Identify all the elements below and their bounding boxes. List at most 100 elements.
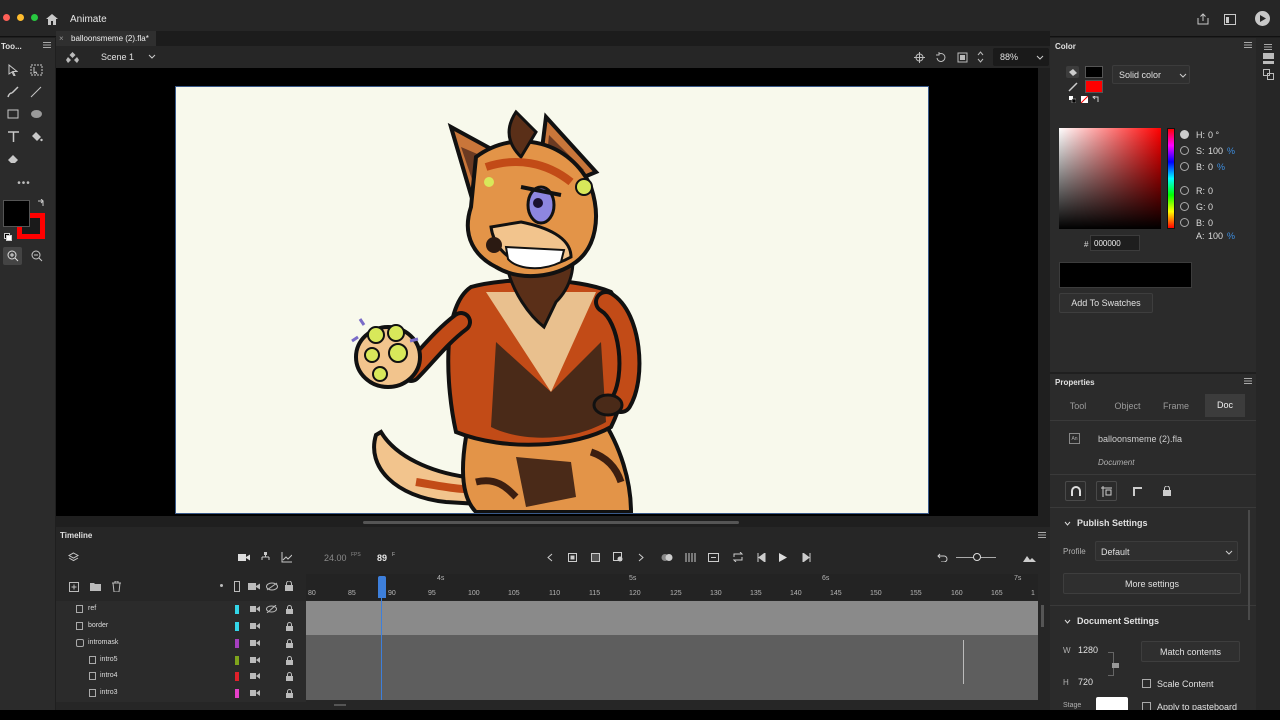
- eraser-tool-icon[interactable]: [5, 151, 21, 167]
- undo-zoom-icon[interactable]: [936, 551, 948, 563]
- lock-all-icon[interactable]: [284, 580, 294, 592]
- swap-colors-icon[interactable]: [1091, 95, 1099, 103]
- height-value[interactable]: 720: [1078, 677, 1093, 687]
- lock-icon[interactable]: [285, 671, 293, 681]
- hue-slider[interactable]: [1167, 128, 1175, 229]
- apply-to-pasteboard-checkbox[interactable]: [1142, 702, 1151, 710]
- layer-outline-color[interactable]: [235, 689, 239, 698]
- layer-name[interactable]: intro5: [100, 656, 118, 663]
- layer-outline-color[interactable]: [235, 639, 239, 648]
- default-colors-icon[interactable]: [3, 232, 12, 241]
- layer-name[interactable]: border: [88, 622, 108, 629]
- camera-icon[interactable]: [237, 551, 250, 563]
- tab-tool[interactable]: Tool: [1062, 401, 1094, 411]
- frame-row[interactable]: [306, 668, 1038, 685]
- camera-layer-icon[interactable]: [249, 604, 260, 614]
- timeline-horizontal-scrollbar[interactable]: [334, 704, 346, 706]
- keyframe-marker[interactable]: [963, 640, 971, 684]
- stage-horizontal-scrollbar[interactable]: [363, 521, 739, 524]
- hex-input[interactable]: 000000: [1090, 235, 1140, 251]
- fill-type-dropdown[interactable]: Solid color: [1112, 65, 1190, 84]
- add-to-swatches-button[interactable]: Add To Swatches: [1059, 293, 1153, 313]
- layer-row[interactable]: intro4: [56, 668, 306, 685]
- fill-color-swatch[interactable]: [1085, 80, 1103, 93]
- frame-row[interactable]: [306, 601, 1038, 618]
- properties-scrollbar[interactable]: [1248, 510, 1250, 620]
- library-icon[interactable]: [1262, 52, 1274, 64]
- play-icon[interactable]: [777, 551, 789, 563]
- layer-depth-icon[interactable]: [67, 551, 79, 563]
- zoom-in-tool-icon[interactable]: [3, 247, 22, 265]
- insert-keyframe-icon[interactable]: [566, 551, 578, 563]
- new-layer-icon[interactable]: [68, 581, 79, 592]
- green-radio[interactable]: [1180, 202, 1189, 211]
- graph-icon[interactable]: [280, 551, 292, 563]
- hue-radio[interactable]: [1180, 130, 1189, 139]
- fps-value[interactable]: 24.00: [324, 553, 347, 563]
- scene-chevron-down-icon[interactable]: [147, 52, 156, 61]
- stroke-color-swatch[interactable]: [3, 200, 30, 227]
- layer-outline-color[interactable]: [235, 672, 239, 681]
- delete-layer-icon[interactable]: [111, 580, 122, 592]
- timeline-menu-icon[interactable]: [1037, 531, 1046, 539]
- collapse-panels-icon[interactable]: [1263, 43, 1273, 51]
- g-value[interactable]: 0: [1208, 202, 1213, 212]
- parenting-view-icon[interactable]: [259, 551, 271, 563]
- layer-name[interactable]: ref: [88, 605, 96, 612]
- next-keyframe-icon[interactable]: [635, 551, 647, 563]
- highlight-layers-icon[interactable]: [220, 584, 223, 587]
- panel-menu-icon[interactable]: [1243, 377, 1252, 385]
- snap-magnet-icon[interactable]: [1065, 481, 1086, 501]
- rotate-stage-icon[interactable]: [934, 51, 946, 63]
- layer-row[interactable]: intromask: [56, 635, 306, 652]
- bh-value[interactable]: 0: [1208, 162, 1213, 172]
- document-settings-header[interactable]: Document Settings: [1077, 616, 1159, 626]
- saturation-brightness-picker[interactable]: [1059, 128, 1161, 229]
- pasteboard[interactable]: [56, 68, 1038, 524]
- selection-tool-icon[interactable]: [5, 62, 21, 78]
- camera-layer-icon[interactable]: [249, 655, 260, 665]
- profile-dropdown[interactable]: Default: [1095, 541, 1238, 561]
- outline-toggle-icon[interactable]: [234, 581, 240, 592]
- frame-row[interactable]: [306, 618, 1038, 635]
- share-icon[interactable]: [1196, 12, 1210, 26]
- onion-skin-icon[interactable]: [661, 551, 673, 563]
- link-icon[interactable]: [1111, 659, 1119, 668]
- timeline-vertical-scrollbar[interactable]: [1041, 605, 1044, 627]
- a-value[interactable]: 100: [1208, 231, 1223, 241]
- scale-content-checkbox[interactable]: [1142, 679, 1151, 688]
- maximize-window-button[interactable]: [31, 14, 38, 21]
- minimize-window-button[interactable]: [17, 14, 24, 21]
- no-color-icon[interactable]: [1080, 95, 1088, 103]
- zoom-out-tool-icon[interactable]: [27, 247, 46, 265]
- step-forward-icon[interactable]: [800, 551, 812, 563]
- scene-name[interactable]: Scene 1: [101, 52, 134, 62]
- close-window-button[interactable]: [3, 14, 10, 21]
- camera-layer-icon[interactable]: [249, 688, 260, 698]
- fill-color-tool-icon[interactable]: [1066, 81, 1079, 93]
- camera-layer-icon[interactable]: [247, 580, 260, 592]
- black-white-icon[interactable]: [1068, 95, 1076, 103]
- lock-icon[interactable]: [285, 688, 293, 698]
- line-tool-icon[interactable]: [28, 84, 44, 100]
- edit-symbols-icon[interactable]: [65, 51, 79, 63]
- oval-tool-icon[interactable]: [28, 106, 44, 122]
- layer-outline-color[interactable]: [235, 622, 239, 631]
- layer-row[interactable]: ref: [56, 601, 306, 618]
- frame-ruler[interactable]: 4s 5s 6s 7s 80 85 90 95 100 105 110 115 …: [306, 574, 1038, 600]
- camera-layer-icon[interactable]: [249, 671, 260, 681]
- text-tool-icon[interactable]: [5, 128, 21, 144]
- layer-outline-color[interactable]: [235, 656, 239, 665]
- layer-row[interactable]: intro3: [56, 685, 306, 702]
- clip-content-icon[interactable]: [956, 51, 968, 63]
- fit-frames-icon[interactable]: [707, 551, 719, 563]
- r-value[interactable]: 0: [1208, 186, 1213, 196]
- insert-blank-keyframe-icon[interactable]: [589, 551, 601, 563]
- layer-name[interactable]: intromask: [88, 639, 118, 646]
- frame-row[interactable]: [306, 652, 1038, 669]
- fit-timeline-icon[interactable]: [1022, 551, 1036, 563]
- previous-keyframe-icon[interactable]: [544, 551, 556, 563]
- edit-multiple-frames-icon[interactable]: [684, 551, 696, 563]
- h-value[interactable]: 0 °: [1208, 130, 1219, 140]
- layer-row[interactable]: border: [56, 618, 306, 635]
